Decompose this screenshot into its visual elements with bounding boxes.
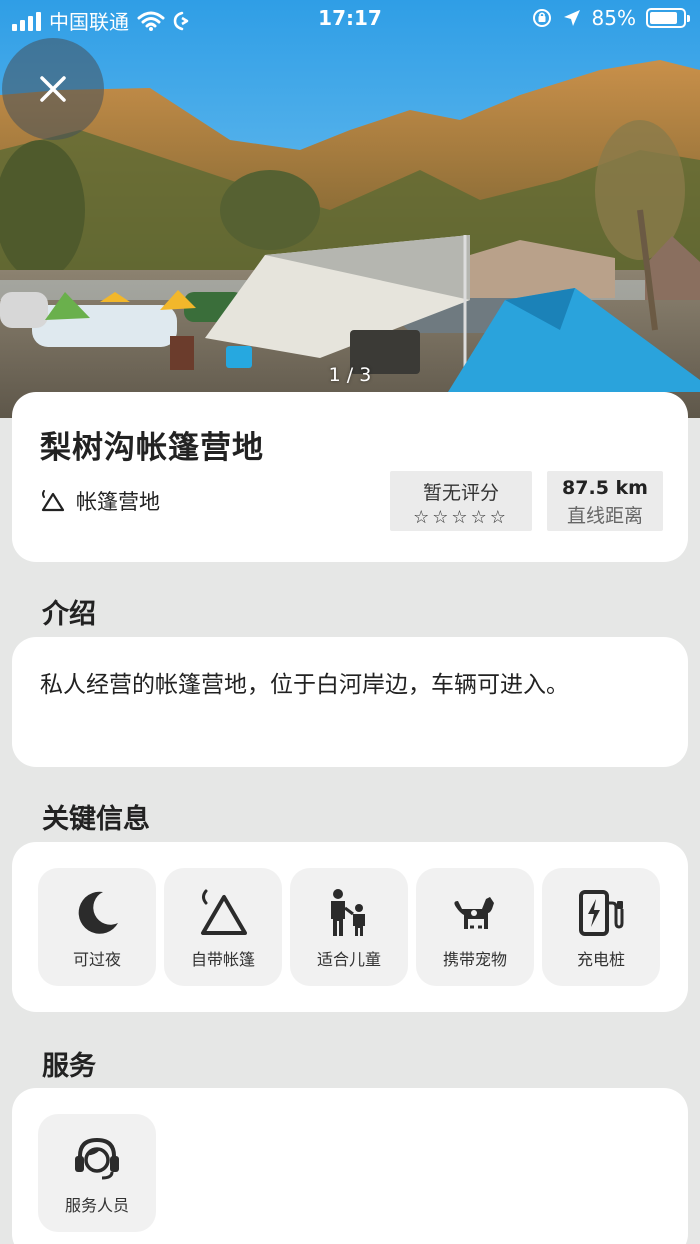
battery-fill (650, 12, 678, 24)
tent-icon (201, 889, 247, 935)
place-title: 梨树沟帐篷营地 (40, 430, 264, 466)
rating-stars: ☆☆☆☆☆ (413, 507, 509, 528)
place-type: 帐篷营地 (40, 486, 160, 516)
key-info-item-kid-friendly[interactable]: 适合儿童 (290, 868, 408, 986)
service-item-staff[interactable]: 服务人员 (38, 1114, 156, 1232)
place-type-label: 帐篷营地 (76, 490, 160, 514)
intro-card: 私人经营的帐篷营地，位于白河岸边，车辆可进入。 (12, 637, 688, 767)
key-info-item-overnight[interactable]: 可过夜 (38, 868, 156, 986)
location-arrow-icon (563, 10, 580, 26)
key-info-label: 充电桩 (576, 950, 625, 969)
service-label: 服务人员 (64, 1196, 129, 1215)
status-bar: 中国联通 17:17 85% (0, 0, 700, 40)
dog-icon (454, 897, 494, 929)
intro-heading: 介绍 (42, 599, 96, 630)
family-icon (331, 889, 365, 936)
close-button[interactable] (2, 38, 104, 140)
key-info-heading: 关键信息 (42, 804, 150, 835)
ev-charger-icon (579, 890, 624, 936)
headset-icon (75, 1137, 119, 1180)
rating-text: 暂无评分 (422, 482, 499, 504)
key-info-label: 携带宠物 (442, 950, 507, 969)
key-info-item-pets[interactable]: 携带宠物 (416, 868, 534, 986)
key-info-item-ev-charger[interactable]: 充电桩 (542, 868, 660, 986)
distance-value: 87.5 km (562, 477, 648, 499)
key-info-item-own-tent[interactable]: 自带帐篷 (164, 868, 282, 986)
battery-percent: 85% (591, 6, 636, 30)
distance-box: 87.5 km 直线距离 (547, 471, 663, 531)
service-heading: 服务 (42, 1051, 96, 1082)
place-header-card: 梨树沟帐篷营地 帐篷营地 暂无评分 ☆☆☆☆☆ 87.5 km 直线距离 (12, 392, 688, 562)
campsite-photo (0, 0, 700, 418)
battery-icon (646, 8, 690, 28)
hero-photo[interactable] (0, 0, 700, 418)
gallery-pager: 1 / 3 (328, 364, 372, 386)
rating-box[interactable]: 暂无评分 ☆☆☆☆☆ (390, 471, 532, 531)
key-info-label: 适合儿童 (316, 950, 381, 969)
close-icon (40, 76, 66, 102)
key-info-label: 自带帐篷 (190, 950, 255, 969)
rotation-lock-icon (532, 9, 551, 27)
moon-icon (78, 891, 118, 934)
intro-text: 私人经营的帐篷营地，位于白河岸边，车辆可进入。 (40, 672, 569, 698)
key-info-label: 可过夜 (72, 950, 121, 969)
tent-icon (41, 490, 65, 512)
key-info-card: 可过夜 自带帐篷 适合儿童 携带宠物 充电桩 (12, 842, 688, 1012)
service-card: 服务人员 (12, 1088, 688, 1244)
status-right: 85% (532, 6, 690, 30)
distance-label: 直线距离 (566, 505, 643, 527)
